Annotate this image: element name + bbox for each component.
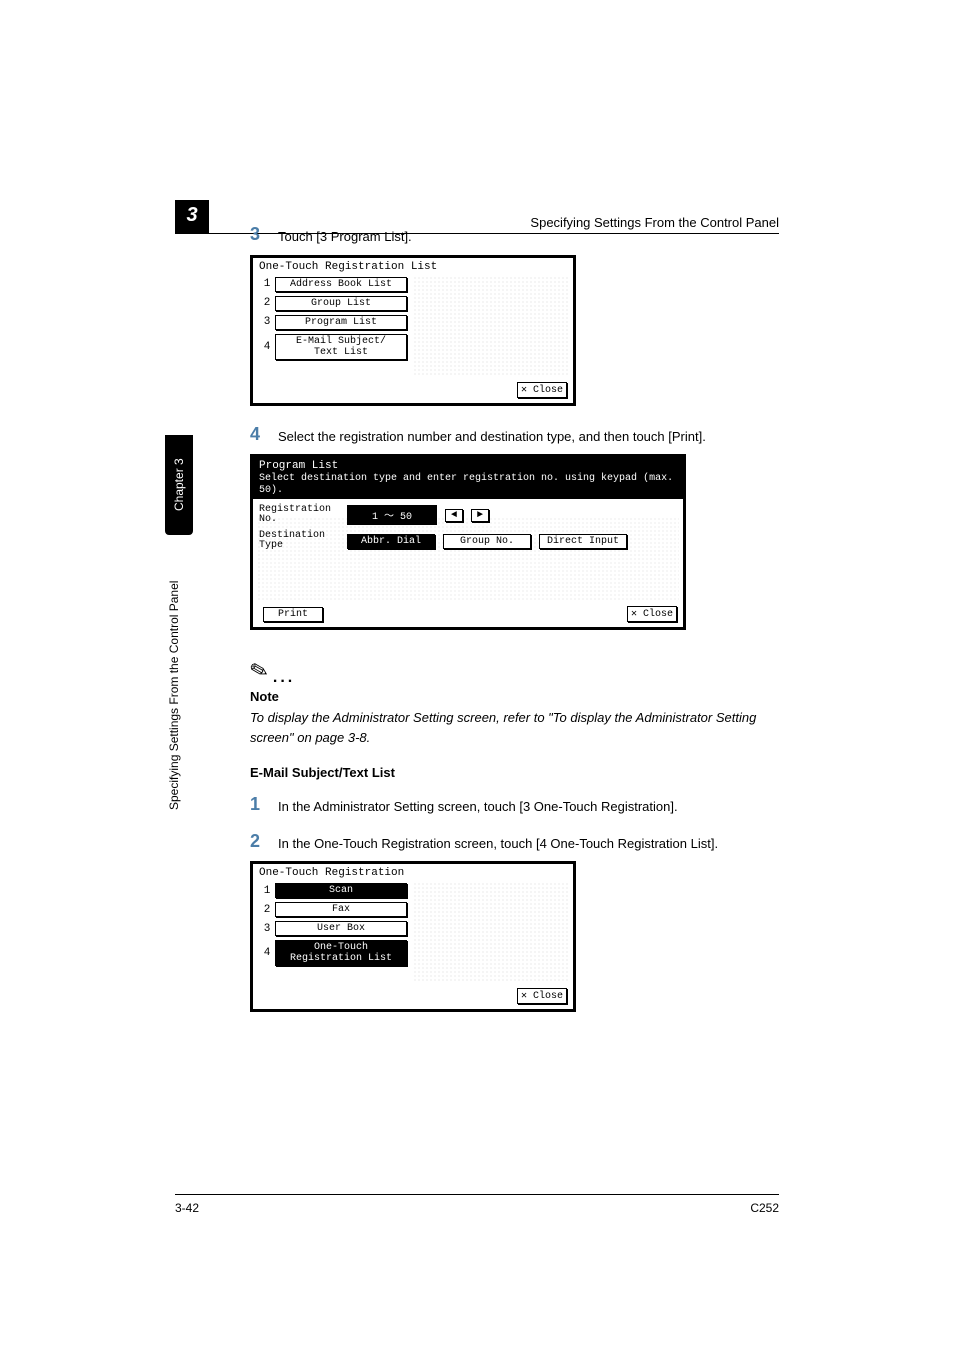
group-list-button[interactable]: Group List xyxy=(275,296,407,311)
menu-num: 3 xyxy=(259,923,275,935)
fax-button[interactable]: Fax xyxy=(275,902,407,917)
email-subject-text-list-button[interactable]: E-Mail Subject/ Text List xyxy=(275,334,407,360)
menu-item-3[interactable]: 3 User Box xyxy=(259,921,567,936)
direct-input-button[interactable]: Direct Input xyxy=(539,534,627,549)
menu-num: 2 xyxy=(259,904,275,916)
address-book-list-button[interactable]: Address Book List xyxy=(275,277,407,292)
abbr-dial-button[interactable]: Abbr. Dial xyxy=(347,534,435,549)
section-heading: E-Mail Subject/Text List xyxy=(250,765,780,780)
step-text: Select the registration number and desti… xyxy=(278,424,706,447)
print-button[interactable]: Print xyxy=(263,607,323,622)
step-number: 3 xyxy=(250,224,278,247)
pencil-icon: ✎ xyxy=(247,656,272,686)
arrow-left-button[interactable]: ◄ xyxy=(445,509,463,522)
step-number: 1 xyxy=(250,794,278,817)
arrow-right-button[interactable]: ► xyxy=(471,509,489,522)
step-text: In the One-Touch Registration screen, to… xyxy=(278,831,718,854)
note-dots: ... xyxy=(273,669,295,686)
close-button[interactable]: ✕ Close xyxy=(517,988,567,1004)
panel-title: One-Touch Registration List xyxy=(253,258,573,273)
registration-row: Registration No. 1 ～ 50 ◄ ► xyxy=(259,505,677,525)
menu-num: 4 xyxy=(259,341,275,353)
note-text: To display the Administrator Setting scr… xyxy=(250,708,780,747)
step-text: Touch [3 Program List]. xyxy=(278,224,412,247)
user-box-button[interactable]: User Box xyxy=(275,921,407,936)
close-label: Close xyxy=(643,609,673,620)
menu-num: 3 xyxy=(259,316,275,328)
step-1: 1 In the Administrator Setting screen, t… xyxy=(250,794,780,817)
page-number: 3-42 xyxy=(175,1201,199,1215)
destination-type-label: Destination Type xyxy=(259,531,339,551)
close-button[interactable]: ✕ Close xyxy=(627,606,677,622)
model-number: C252 xyxy=(750,1201,779,1215)
screenshot-program-list: Program List Select destination type and… xyxy=(250,454,686,630)
step-number: 2 xyxy=(250,831,278,854)
scan-button[interactable]: Scan xyxy=(275,883,407,898)
step-4: 4 Select the registration number and des… xyxy=(250,424,780,447)
chapter-badge: 3 xyxy=(175,200,209,232)
menu-item-2[interactable]: 2 Fax xyxy=(259,902,567,917)
panel-title: One-Touch Registration xyxy=(253,864,573,879)
registration-no-label: Registration No. xyxy=(259,505,339,525)
side-title: Specifying Settings From the Control Pan… xyxy=(167,540,181,850)
menu-num: 1 xyxy=(259,278,275,290)
destination-row: Destination Type Abbr. Dial Group No. Di… xyxy=(259,531,677,551)
registration-range-display: 1 ～ 50 xyxy=(347,505,437,525)
footer-rule xyxy=(175,1194,779,1195)
menu-item-3[interactable]: 3 Program List xyxy=(259,315,567,330)
menu-num: 4 xyxy=(259,947,275,959)
close-label: Close xyxy=(533,991,563,1002)
note-label: Note xyxy=(250,689,780,704)
side-tab-chapter: Chapter 3 xyxy=(165,435,193,535)
panel-title: Program List Select destination type and… xyxy=(253,457,683,499)
menu-item-2[interactable]: 2 Group List xyxy=(259,296,567,311)
menu-item-1[interactable]: 1 Scan xyxy=(259,883,567,898)
menu-item-4[interactable]: 4 E-Mail Subject/ Text List xyxy=(259,334,567,360)
group-no-button[interactable]: Group No. xyxy=(443,534,531,549)
menu-num: 2 xyxy=(259,297,275,309)
close-button[interactable]: ✕ Close xyxy=(517,382,567,398)
menu-num: 1 xyxy=(259,885,275,897)
step-number: 4 xyxy=(250,424,278,447)
step-text: In the Administrator Setting screen, tou… xyxy=(278,794,678,817)
note-block: ✎ ... Note To display the Administrator … xyxy=(250,648,780,747)
screenshot-one-touch-registration: One-Touch Registration 1 Scan 2 Fax 3 Us… xyxy=(250,861,576,1012)
menu-item-1[interactable]: 1 Address Book List xyxy=(259,277,567,292)
screenshot-registration-list: One-Touch Registration List 1 Address Bo… xyxy=(250,255,576,406)
program-list-button[interactable]: Program List xyxy=(275,315,407,330)
step-3: 3 Touch [3 Program List]. xyxy=(250,224,780,247)
one-touch-registration-list-button[interactable]: One-Touch Registration List xyxy=(275,940,407,966)
step-2: 2 In the One-Touch Registration screen, … xyxy=(250,831,780,854)
menu-item-4[interactable]: 4 One-Touch Registration List xyxy=(259,940,567,966)
close-label: Close xyxy=(533,385,563,396)
